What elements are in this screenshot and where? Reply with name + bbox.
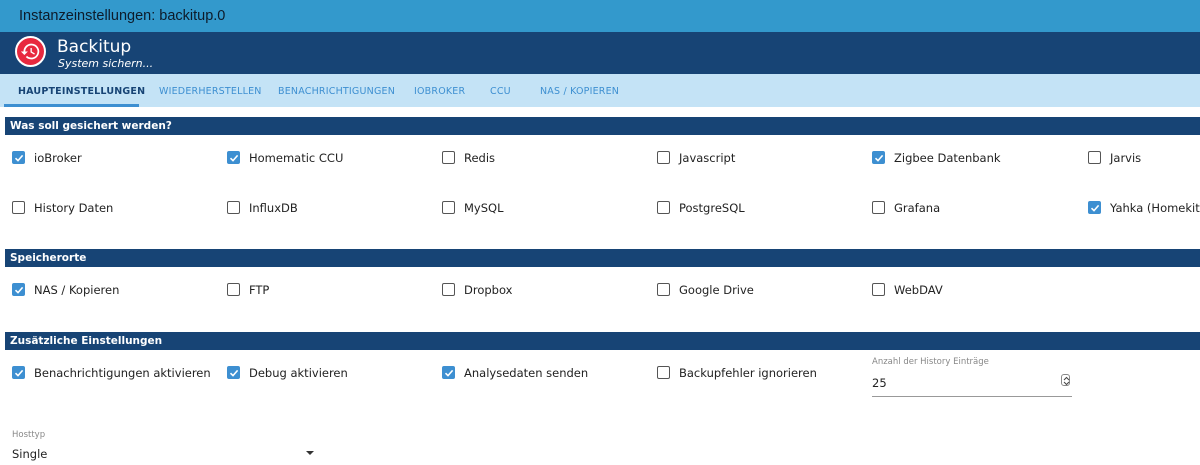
checkbox-label: Homematic CCU (249, 151, 344, 165)
check-icon (872, 283, 885, 296)
host-type-label: Hosttyp (12, 430, 46, 440)
tab-ccu[interactable]: CCU (490, 86, 511, 97)
window-titlebar: Instanzeinstellungen: backitup.0 (0, 0, 1200, 32)
section-header-storage: Speicherorte (5, 249, 1200, 267)
tab-iobroker[interactable]: IOBROKER (414, 86, 465, 97)
checkbox-label: Benachrichtigungen aktivieren (34, 366, 211, 380)
host-type-select[interactable]: Single (12, 442, 317, 465)
section-header-backup: Was soll gesichert werden? (5, 117, 1200, 135)
checkbox-label: MySQL (464, 201, 504, 215)
check-icon (442, 151, 455, 164)
check-icon (657, 366, 670, 379)
check-icon (12, 201, 25, 214)
app-subtitle: System sichern... (58, 57, 154, 70)
check-icon (442, 366, 455, 379)
history-count-value: 25 (872, 376, 887, 390)
check-icon (657, 151, 670, 164)
checkbox-label: NAS / Kopieren (34, 283, 120, 297)
checkbox-label: FTP (249, 283, 270, 297)
check-icon (442, 283, 455, 296)
active-tab-indicator (4, 104, 139, 107)
check-icon (227, 366, 240, 379)
app-header: Backitup System sichern... (0, 32, 1200, 74)
check-icon (12, 283, 25, 296)
section-header-extra: Zusätzliche Einstellungen (5, 332, 1200, 350)
checkbox-label: Backupfehler ignorieren (679, 366, 817, 380)
tab-wiederherstellen[interactable]: WIEDERHERSTELLEN (159, 86, 262, 97)
check-icon (227, 151, 240, 164)
section-title-backup: Was soll gesichert werden? (10, 120, 172, 132)
check-icon (1088, 151, 1101, 164)
check-icon (1088, 201, 1101, 214)
window-title: Instanzeinstellungen: backitup.0 (19, 8, 226, 24)
section-title-storage: Speicherorte (10, 252, 87, 264)
tab-nas-kopieren[interactable]: NAS / KOPIEREN (540, 86, 619, 97)
check-icon (442, 201, 455, 214)
checkbox-label: Dropbox (464, 283, 513, 297)
section-title-extra: Zusätzliche Einstellungen (10, 335, 163, 347)
checkbox-label: Grafana (894, 201, 941, 215)
check-icon (872, 151, 885, 164)
tab-bar: HAUPTEINSTELLUNGEN WIEDERHERSTELLEN BENA… (0, 74, 1200, 107)
host-type-value: Single (12, 447, 48, 461)
check-icon (12, 151, 25, 164)
up-down-icon[interactable] (1061, 374, 1070, 386)
history-count-input[interactable]: 25 (872, 368, 1072, 397)
checkbox-label: Jarvis (1110, 151, 1142, 165)
caret-down-icon (306, 451, 314, 455)
checkbox-label: History Daten (34, 201, 114, 215)
checkbox-label: Javascript (679, 151, 736, 165)
checkbox-label: Debug aktivieren (249, 366, 348, 380)
check-icon (657, 201, 670, 214)
check-icon (227, 283, 240, 296)
checkbox-label: Analysedaten senden (464, 366, 589, 380)
check-icon (872, 201, 885, 214)
checkbox-label: Yahka (Homekit) (1110, 201, 1200, 215)
tab-benachrichtigungen[interactable]: BENACHRICHTIGUNGEN (278, 86, 395, 97)
check-icon (657, 283, 670, 296)
checkbox-label: PostgreSQL (679, 201, 745, 215)
checkbox-label: Redis (464, 151, 496, 165)
history-count-label: Anzahl der History Einträge (872, 357, 989, 367)
checkbox-label: Zigbee Datenbank (894, 151, 1001, 165)
check-icon (12, 366, 25, 379)
checkbox-label: Google Drive (679, 283, 754, 297)
checkbox-label: WebDAV (894, 283, 943, 297)
checkbox-label: ioBroker (34, 151, 82, 165)
checkbox-label: InfluxDB (249, 201, 298, 215)
check-icon (227, 201, 240, 214)
app-name: Backitup (57, 37, 132, 57)
history-clock-icon (15, 36, 46, 67)
tab-haupteinstellungen[interactable]: HAUPTEINSTELLUNGEN (18, 86, 145, 97)
